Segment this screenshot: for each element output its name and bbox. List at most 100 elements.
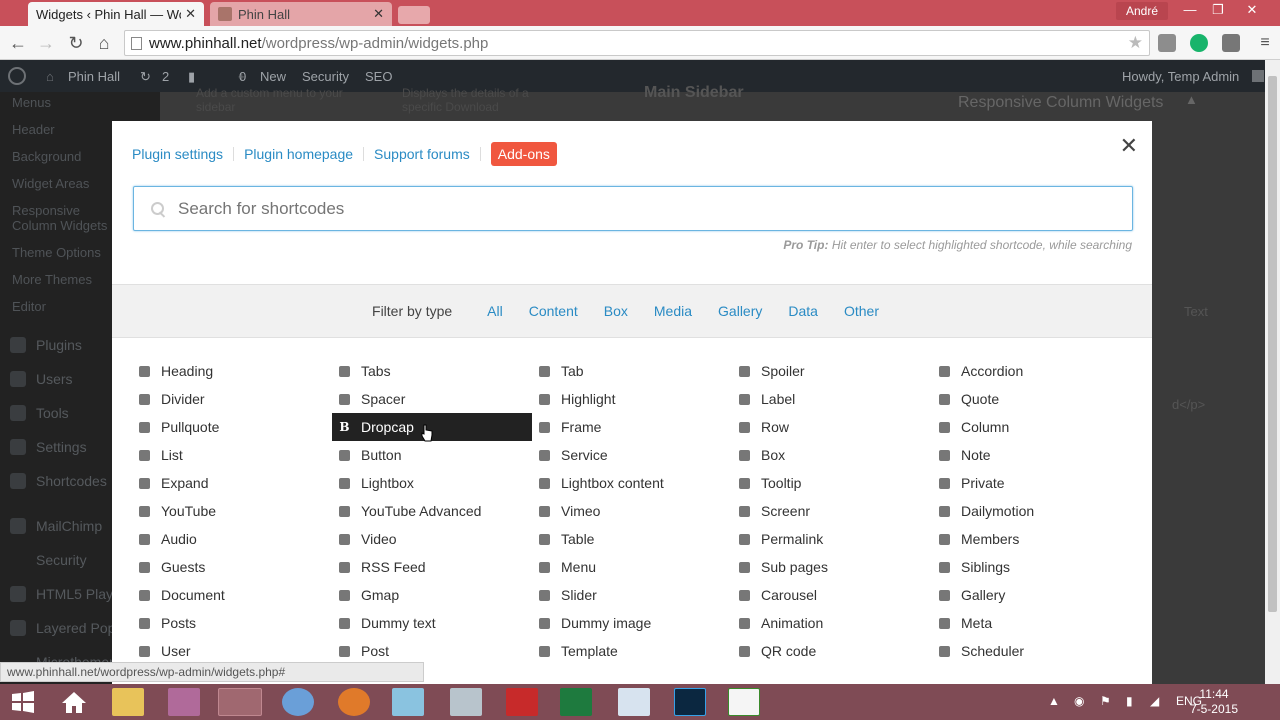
file-explorer-icon[interactable] (112, 688, 144, 716)
shortcode-column[interactable]: Column (932, 413, 1132, 441)
close-window-icon[interactable]: ✕ (1238, 2, 1266, 18)
filter-all[interactable]: All (487, 303, 503, 319)
security-menu[interactable]: Security (302, 69, 349, 84)
sidebar-item-users[interactable]: Users (36, 371, 73, 387)
shortcode-scheduler[interactable]: Scheduler (932, 637, 1132, 665)
shortcode-menu[interactable]: Menu (532, 553, 732, 581)
updates-count[interactable]: 2 (162, 69, 169, 84)
site-name[interactable]: Phin Hall (68, 69, 120, 84)
chevron-up-icon[interactable]: ▲ (1185, 92, 1198, 107)
avatar[interactable] (1252, 70, 1264, 82)
shortcode-highlight[interactable]: Highlight (532, 385, 732, 413)
updates-icon[interactable]: ↻ (140, 69, 151, 85)
shortcode-rss-feed[interactable]: RSS Feed (332, 553, 532, 581)
tab-close-icon[interactable]: ✕ (373, 6, 384, 22)
shortcode-sub-pages[interactable]: Sub pages (732, 553, 932, 581)
shortcode-quote[interactable]: Quote (932, 385, 1132, 413)
home-icon[interactable]: ⌂ (93, 33, 115, 53)
new-menu[interactable]: New (260, 69, 286, 84)
shortcode-siblings[interactable]: Siblings (932, 553, 1132, 581)
addons-button[interactable]: Add-ons (490, 142, 557, 166)
shortcode-guests[interactable]: Guests (132, 553, 332, 581)
home-taskbar-icon[interactable] (58, 688, 90, 716)
filter-data[interactable]: Data (788, 303, 818, 319)
shortcode-dummy-image[interactable]: Dummy image (532, 609, 732, 637)
sidebar-item-responsive-column-widgets[interactable]: Responsive Column Widgets (12, 203, 116, 233)
tray-app-icon[interactable]: ◉ (1074, 694, 1084, 708)
page-scrollbar-thumb[interactable] (1268, 76, 1277, 612)
download-extension-icon[interactable] (1222, 34, 1240, 52)
filter-box[interactable]: Box (604, 303, 628, 319)
shortcode-post[interactable]: Post (332, 637, 532, 665)
photoshop-icon[interactable] (674, 688, 706, 716)
close-modal-icon[interactable]: ✕ (1120, 133, 1138, 159)
calculator-icon[interactable] (450, 688, 482, 716)
shortcode-slider[interactable]: Slider (532, 581, 732, 609)
menu-icon[interactable]: ≡ (1254, 33, 1276, 53)
sidebar-item-editor[interactable]: Editor (12, 299, 46, 314)
sidebar-item-header[interactable]: Header (12, 122, 55, 137)
shortcode-button[interactable]: Button (332, 441, 532, 469)
url-bar[interactable]: www.phinhall.net/wordpress/wp-admin/widg… (124, 30, 1150, 56)
maximize-icon[interactable]: ❐ (1204, 2, 1232, 18)
shortcode-lightbox-content[interactable]: Lightbox content (532, 469, 732, 497)
code-extension-icon[interactable] (1158, 34, 1176, 52)
grammarly-icon[interactable] (1190, 34, 1208, 52)
shortcode-carousel[interactable]: Carousel (732, 581, 932, 609)
wifi-icon[interactable]: ◢ (1150, 694, 1159, 708)
shortcode-animation[interactable]: Animation (732, 609, 932, 637)
wordpress-logo-icon[interactable] (8, 67, 26, 85)
shortcode-frame[interactable]: Frame (532, 413, 732, 441)
new-tab-button[interactable] (398, 6, 430, 24)
windows-start-icon[interactable] (8, 688, 38, 716)
main-sidebar-title[interactable]: Main Sidebar (644, 84, 744, 102)
tab-close-icon[interactable]: ✕ (185, 6, 196, 22)
firefox-icon[interactable] (338, 688, 370, 716)
shortcode-gmap[interactable]: Gmap (332, 581, 532, 609)
shortcode-tabs[interactable]: Tabs (332, 357, 532, 385)
shortcode-spoiler[interactable]: Spoiler (732, 357, 932, 385)
shortcode-posts[interactable]: Posts (132, 609, 332, 637)
plugin-homepage-link[interactable]: Plugin homepage (244, 146, 353, 162)
reload-icon[interactable]: ↻ (65, 33, 87, 53)
snipping-tool-icon[interactable] (168, 688, 200, 716)
shortcode-divider[interactable]: Divider (132, 385, 332, 413)
shortcode-list[interactable]: List (132, 441, 332, 469)
safari-icon[interactable] (282, 688, 314, 716)
shortcode-heading[interactable]: Heading (132, 357, 332, 385)
shortcode-row[interactable]: Row (732, 413, 932, 441)
tab-phin-hall[interactable]: Phin Hall ✕ (210, 2, 392, 26)
comments-icon[interactable]: ▮ (188, 69, 195, 85)
howdy-user[interactable]: Howdy, Temp Admin (1122, 69, 1239, 84)
publisher-icon[interactable] (618, 688, 650, 716)
sidebar-item-widget-areas[interactable]: Widget Areas (12, 176, 89, 191)
battery-icon[interactable]: ▮ (1126, 694, 1133, 708)
sidebar-item-theme-options[interactable]: Theme Options (12, 245, 101, 260)
shortcode-box[interactable]: Box (732, 441, 932, 469)
shortcode-spacer[interactable]: Spacer (332, 385, 532, 413)
shortcode-lightbox[interactable]: Lightbox (332, 469, 532, 497)
sidebar-item-background[interactable]: Background (12, 149, 81, 164)
shortcode-document[interactable]: Document (132, 581, 332, 609)
shortcode-label[interactable]: Label (732, 385, 932, 413)
filter-other[interactable]: Other (844, 303, 879, 319)
shortcode-service[interactable]: Service (532, 441, 732, 469)
sidebar-item-settings[interactable]: Settings (36, 439, 87, 455)
excel-icon[interactable] (560, 688, 592, 716)
shortcode-template[interactable]: Template (532, 637, 732, 665)
shortcode-qr-code[interactable]: QR code (732, 637, 932, 665)
camtasia-icon[interactable] (728, 688, 760, 716)
sidebar-item-shortcodes[interactable]: Shortcodes (36, 473, 107, 489)
shortcode-screenr[interactable]: Screenr (732, 497, 932, 525)
shortcode-accordion[interactable]: Accordion (932, 357, 1132, 385)
support-forums-link[interactable]: Support forums (374, 146, 470, 162)
clock[interactable]: 11:44 7-5-2015 (1190, 687, 1238, 717)
sidebar-item-security[interactable]: Security (36, 552, 87, 568)
chrome-icon[interactable] (218, 688, 262, 716)
tray-flag-icon[interactable]: ⚑ (1100, 694, 1111, 708)
filter-media[interactable]: Media (654, 303, 692, 319)
bookmark-star-icon[interactable]: ★ (1128, 33, 1143, 53)
rcw-title[interactable]: Responsive Column Widgets (958, 94, 1163, 112)
forward-icon[interactable]: → (35, 33, 57, 53)
shortcode-search-box[interactable] (133, 186, 1133, 231)
